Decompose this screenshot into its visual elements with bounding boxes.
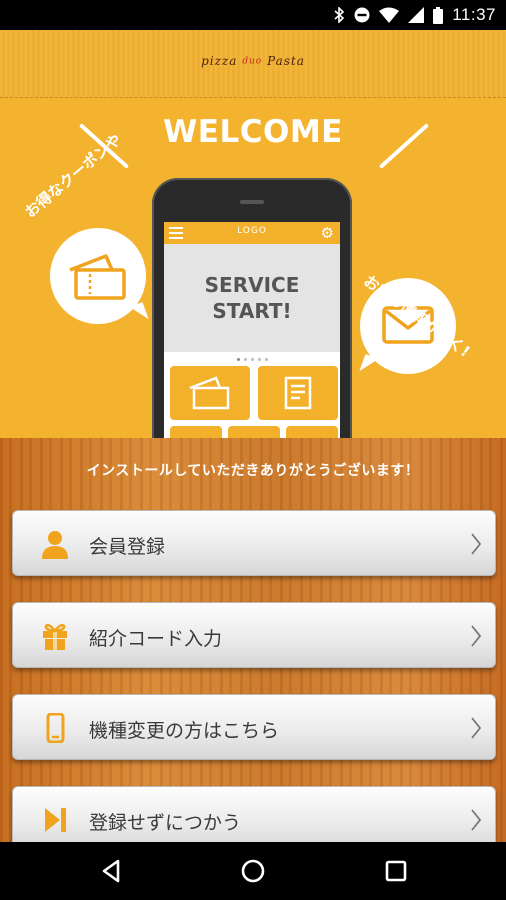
mock-logo: LOGO bbox=[237, 226, 267, 236]
chevron-right-icon bbox=[471, 625, 482, 647]
logo-word-2: duo bbox=[242, 56, 263, 67]
battery-icon bbox=[433, 6, 444, 24]
member-register-button[interactable]: 会員登録 bbox=[12, 510, 496, 576]
phone-speaker bbox=[240, 200, 264, 204]
device-change-button[interactable]: 機種変更の方はこちら bbox=[12, 694, 496, 760]
button-label: 機種変更の方はこちら bbox=[89, 720, 280, 742]
back-icon[interactable] bbox=[98, 857, 126, 885]
referral-code-button[interactable]: 紹介コード入力 bbox=[12, 602, 496, 668]
logo-word-3: Pasta bbox=[267, 54, 305, 68]
mock-tile bbox=[286, 426, 338, 438]
skip-icon bbox=[45, 808, 66, 832]
phone-screen: LOGO ⚙ SERVICE START! bbox=[164, 222, 340, 438]
clock: 11:37 bbox=[452, 5, 496, 24]
mock-tiles bbox=[164, 366, 340, 438]
button-label: 会員登録 bbox=[89, 536, 166, 558]
gear-icon: ⚙ bbox=[320, 224, 334, 242]
page-indicator bbox=[164, 352, 340, 366]
button-label: 紹介コード入力 bbox=[89, 628, 223, 650]
mock-app-bar: LOGO ⚙ bbox=[164, 222, 340, 244]
status-icons: 11:37 bbox=[334, 4, 496, 26]
mock-tile bbox=[170, 366, 250, 420]
thanks-message: インストールしていただきありがとうございます！ bbox=[86, 463, 420, 479]
welcome-title: WELCOME bbox=[163, 114, 343, 150]
mock-tile bbox=[170, 426, 222, 438]
ticket-icon bbox=[69, 254, 126, 300]
signal-icon bbox=[408, 7, 425, 23]
coupon-bubble bbox=[50, 228, 146, 324]
bluetooth-icon bbox=[334, 7, 345, 23]
recents-icon[interactable] bbox=[382, 857, 410, 885]
menu-panel: インストールしていただきありがとうございます！ 会員登録 紹介コード入力 機種変… bbox=[0, 438, 506, 852]
welcome-hero: WELCOME お得なクーポンや お店の情報が届く! LOGO ⚙ SERVIC… bbox=[0, 98, 506, 438]
phone-icon bbox=[46, 713, 65, 743]
home-icon[interactable] bbox=[239, 857, 267, 885]
status-bar: 11:37 bbox=[0, 0, 506, 30]
mock-tile bbox=[258, 366, 338, 420]
coupon-tile-icon bbox=[189, 376, 230, 410]
phone-illustration: LOGO ⚙ SERVICE START! bbox=[152, 178, 352, 438]
banner-line-1: SERVICE bbox=[204, 273, 300, 297]
button-label: 登録せずにつかう bbox=[89, 812, 242, 834]
app-header: pizza duo Pasta bbox=[0, 30, 506, 98]
navigation-bar bbox=[0, 842, 506, 900]
do-not-disturb-icon bbox=[354, 7, 370, 23]
chevron-right-icon bbox=[471, 533, 482, 555]
brand-logo: pizza duo Pasta bbox=[0, 54, 506, 68]
wifi-icon bbox=[379, 7, 400, 23]
person-icon bbox=[42, 531, 68, 559]
banner-line-2: START! bbox=[212, 299, 292, 323]
mock-banner: SERVICE START! bbox=[164, 244, 340, 352]
memo-tile-icon bbox=[284, 376, 312, 410]
mock-tile bbox=[228, 426, 280, 438]
gift-icon bbox=[43, 623, 67, 650]
chevron-right-icon bbox=[471, 717, 482, 739]
chevron-right-icon bbox=[471, 809, 482, 831]
logo-word-1: pizza bbox=[201, 54, 238, 68]
